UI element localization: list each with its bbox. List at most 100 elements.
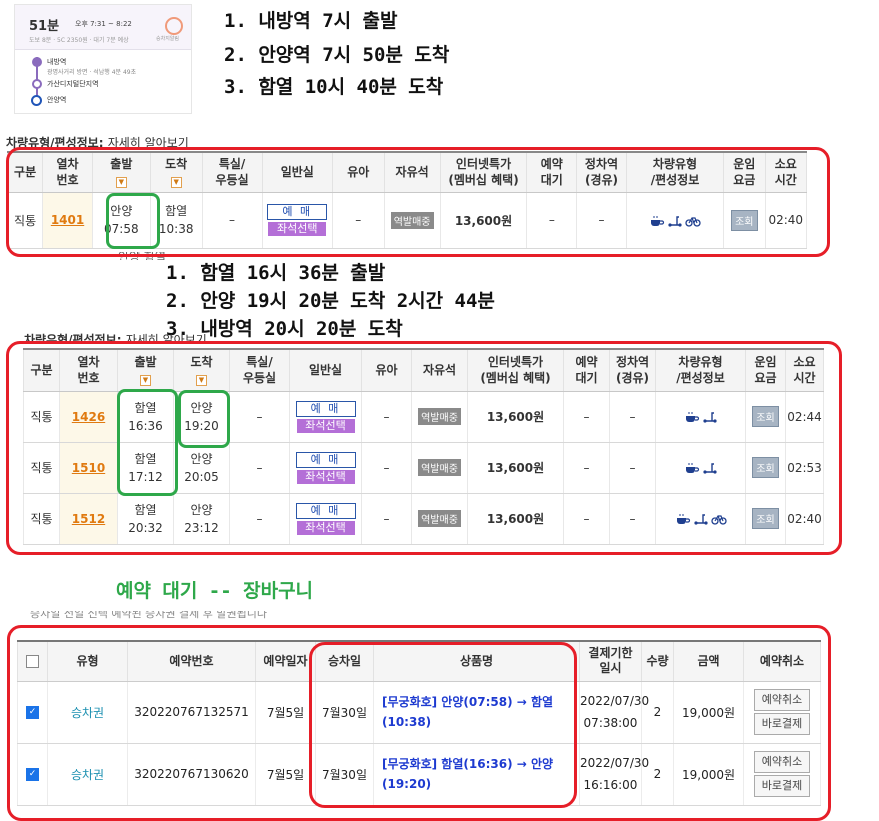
route-map-thumbnail: 51분 오후 7:31 ~ 8:22 도보 8분 · 5C 2350원 · 대기… xyxy=(14,4,192,114)
sort-icon[interactable]: ▼ xyxy=(140,375,151,387)
departure: 함열 17:12 xyxy=(117,442,174,494)
vehicle-info-link[interactable]: 자세히 알아보기 xyxy=(126,333,207,343)
pay-now-button[interactable]: 바로결제 xyxy=(754,775,810,797)
col-header: 특실/우등실 xyxy=(201,151,263,193)
product-link[interactable]: [무궁화호] 안양(07:58) → 함열(10:38) xyxy=(373,681,580,744)
select-all-checkbox[interactable] xyxy=(17,640,48,682)
alarm-icon[interactable] xyxy=(165,17,183,35)
reserve-button[interactable]: 예 매 xyxy=(295,502,356,519)
duration: 02:40 xyxy=(764,192,807,249)
col-header: 열차 번호 xyxy=(42,151,93,193)
vehicle-icons xyxy=(655,493,746,545)
fare[interactable]: 조회 xyxy=(723,192,766,249)
col-header-sortable[interactable]: 출발 ▼ xyxy=(117,348,174,392)
reserve-button[interactable]: 예 매 xyxy=(267,204,328,220)
col-header: 상품명 xyxy=(373,640,580,682)
train-number[interactable]: 1401 xyxy=(42,192,93,249)
note-line: 1. 함열 16시 36분 출발 xyxy=(166,262,386,284)
row-checkbox[interactable]: ✓ xyxy=(17,681,48,744)
col-header: 결제기한 일시 xyxy=(579,640,642,682)
cancel-reservation-button[interactable]: 예약취소 xyxy=(754,751,810,773)
pay-now-button[interactable]: 바로결제 xyxy=(754,713,810,735)
train-type: 직통 xyxy=(6,192,44,249)
col-header: 수량 xyxy=(641,640,674,682)
fare-inquiry-button[interactable]: 조회 xyxy=(752,508,779,529)
col-header: 일반실 xyxy=(289,348,362,392)
station-sale-badge: 역발매중 xyxy=(390,211,434,229)
product-link[interactable]: [무궁화호] 함열(16:36) → 안양(19:20) xyxy=(373,743,580,806)
arrival-station: 안양 xyxy=(190,502,213,517)
cafe-icon xyxy=(684,411,700,423)
fare[interactable]: 조회 xyxy=(745,442,786,494)
fare-inquiry-button[interactable]: 조회 xyxy=(731,209,758,231)
departure: 함열 16:36 xyxy=(117,391,174,443)
seat-select-button[interactable]: 좌석선택 xyxy=(296,520,355,535)
vehicle-info-label: 차량유형/편성정보: 자세히 알아보기 xyxy=(6,136,189,150)
station-name: 가산디지털단지역 xyxy=(47,80,99,88)
general-seat[interactable]: 예 매 좌석선택 xyxy=(289,442,362,494)
general-seat[interactable]: 예 매좌석선택 xyxy=(261,192,333,249)
departure-time: 07:58 xyxy=(104,222,139,236)
train-number[interactable]: 1512 xyxy=(59,493,118,545)
cart-row: ✓ 승차권 320220767132571 7월5일 7월30일 [무궁화호] 안양(07… xyxy=(17,681,821,744)
stops: – xyxy=(609,391,656,443)
col-header: 정차역 (경유) xyxy=(609,348,656,392)
route-sub-info: 도보 8분 · 5C 2350원 · 대기 7분 예상 xyxy=(29,37,129,44)
arrival: 안양 19:20 xyxy=(173,391,230,443)
quantity: 2 xyxy=(641,743,674,806)
train-type: 직통 xyxy=(23,442,60,494)
vehicle-icons xyxy=(625,192,725,249)
vehicle-icons xyxy=(655,442,746,494)
general-seat[interactable]: 예 매 좌석선택 xyxy=(289,493,362,545)
reserve-button[interactable]: 예 매 xyxy=(295,451,356,468)
internet-price: 13,600원 xyxy=(467,442,564,494)
fare-inquiry-button[interactable]: 조회 xyxy=(752,457,779,478)
sort-icon[interactable]: ▼ xyxy=(170,177,182,189)
train-row: 직통 1426 함열 16:36 안양 19:20– 예 매 좌석선택 – 역발매중 13,600원… xyxy=(23,391,824,443)
seat-select-button[interactable]: 좌석선택 xyxy=(268,222,327,236)
seat-select-button[interactable]: 좌석선택 xyxy=(296,469,355,484)
fare[interactable]: 조회 xyxy=(745,493,786,545)
note-line: 2. 안양 19시 20분 도착 2시간 44분 xyxy=(166,290,495,312)
col-header: 소요 시간 xyxy=(785,348,824,392)
note-line: 3. 함열 10시 40분 도착 xyxy=(224,76,444,98)
duration: 02:53 xyxy=(785,442,824,494)
note-line: 2. 안양역 7시 50분 도착 xyxy=(224,44,450,66)
train-number-link[interactable]: 1401 xyxy=(51,213,84,227)
arrival-time: 23:12 xyxy=(184,520,219,535)
train-number-link[interactable]: 1510 xyxy=(72,461,105,475)
train-number-link[interactable]: 1512 xyxy=(72,512,105,526)
general-seat[interactable]: 예 매 좌석선택 xyxy=(289,391,362,443)
train-type: 직통 xyxy=(23,493,60,545)
train-number[interactable]: 1426 xyxy=(59,391,118,443)
fare[interactable]: 조회 xyxy=(745,391,786,443)
train-type: 직통 xyxy=(23,391,60,443)
duration: 02:40 xyxy=(785,493,824,545)
payment-deadline: 2022/07/30 16:16:00 xyxy=(579,743,649,806)
reserve-button[interactable]: 예 매 xyxy=(295,400,356,417)
vehicle-info-link[interactable]: 자세히 알아보기 xyxy=(108,136,189,150)
station-sale-badge: 역발매중 xyxy=(418,408,461,425)
amount: 19,000원 xyxy=(673,743,744,806)
seat-select-button[interactable]: 좌석선택 xyxy=(296,418,355,433)
train-number-link[interactable]: 1426 xyxy=(72,410,105,424)
fare-inquiry-button[interactable]: 조회 xyxy=(752,406,779,427)
col-header-sortable[interactable]: 출발 ▼ xyxy=(91,151,151,193)
sort-icon[interactable]: ▼ xyxy=(196,375,207,387)
col-header: 유아 xyxy=(361,348,412,392)
reservation-number: 320220767132571 xyxy=(127,681,256,744)
stops: – xyxy=(576,192,627,249)
free-seat: 역발매중 xyxy=(383,192,441,249)
arrival: 함열 10:38 xyxy=(149,192,203,249)
col-header-sortable[interactable]: 도착 ▼ xyxy=(149,151,203,193)
partial-row: 안양 함열 xyxy=(118,252,166,260)
train-number[interactable]: 1510 xyxy=(59,442,118,494)
amount: 19,000원 xyxy=(673,681,744,744)
col-header-sortable[interactable]: 도착 ▼ xyxy=(173,348,230,392)
cancel-cell: 예약취소 바로결제 xyxy=(743,743,821,806)
row-checkbox[interactable]: ✓ xyxy=(17,743,48,806)
scooter-icon xyxy=(702,411,718,423)
cancel-reservation-button[interactable]: 예약취소 xyxy=(754,689,810,711)
sort-icon[interactable]: ▼ xyxy=(115,177,127,189)
col-header: 예약 대기 xyxy=(563,348,610,392)
